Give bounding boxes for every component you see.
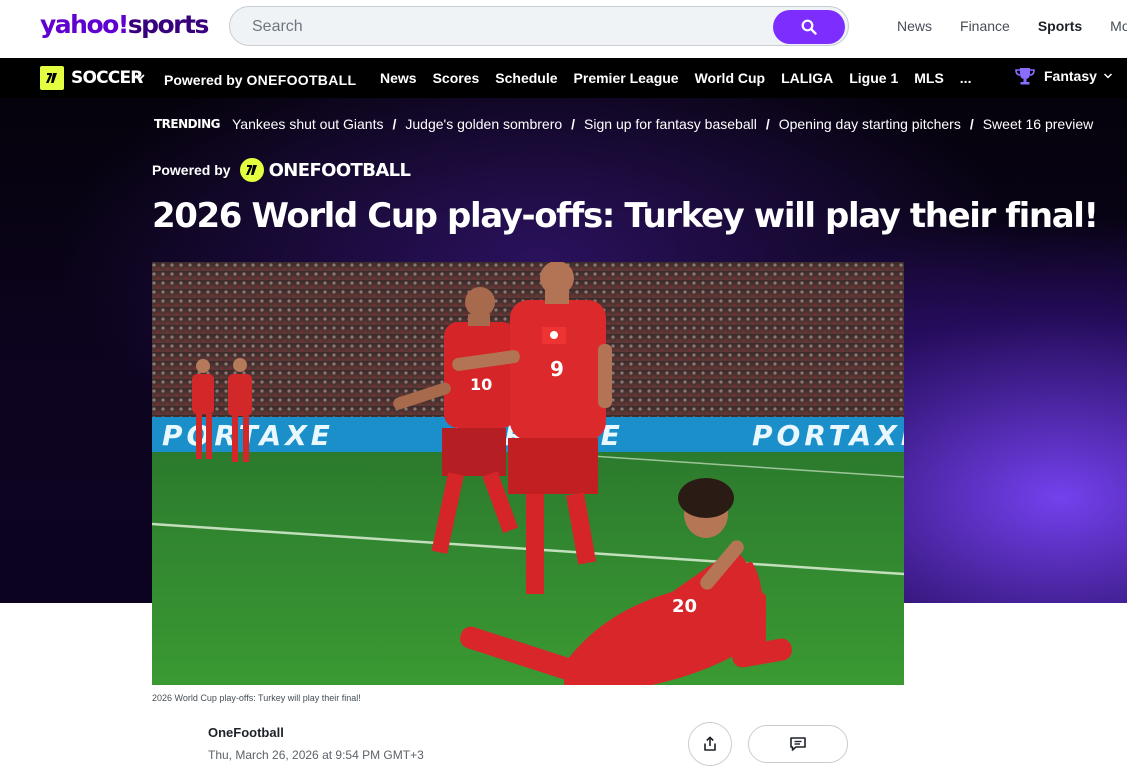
trending-bar: TRENDING Yankees shut out Giants / Judge…: [154, 116, 1093, 132]
trending-item[interactable]: Yankees shut out Giants: [232, 116, 384, 132]
powered-by-brand: ONEFOOTBALL: [268, 159, 411, 181]
yahoo-sports-logo[interactable]: yahoo!sports: [40, 9, 210, 41]
fantasy-label: Fantasy: [1044, 68, 1097, 84]
top-nav: News Finance Sports Mo: [897, 18, 1127, 34]
chevron-down-icon[interactable]: [134, 71, 146, 83]
trending-separator: /: [765, 116, 770, 132]
menu-premier-league[interactable]: Premier League: [574, 70, 679, 86]
article-image[interactable]: PORTAXE PORTAXE PORTAXE 10: [152, 262, 904, 685]
article-headline: 2026 World Cup play-offs: Turkey will pl…: [152, 196, 1099, 236]
article-powered-by: Powered by ONEFOOTBALL: [152, 158, 411, 182]
top-nav-news[interactable]: News: [897, 18, 932, 34]
share-button[interactable]: [688, 722, 732, 766]
logo-part-yahoo: yahoo!: [40, 10, 129, 39]
search-button[interactable]: [773, 10, 845, 44]
powered-by-prefix: Powered by: [164, 72, 243, 88]
article-date: Thu, March 26, 2026 at 9:54 PM GMT+3: [208, 748, 424, 762]
share-icon: [704, 736, 716, 751]
menu-ligue-1[interactable]: Ligue 1: [849, 70, 898, 86]
menu-mls[interactable]: MLS: [914, 70, 944, 86]
trending-item[interactable]: Sign up for fantasy baseball: [584, 116, 757, 132]
logo-part-sports: sports: [127, 10, 210, 39]
jersey-number: 20: [672, 596, 697, 617]
powered-by-label: Powered by ONEFOOTBALL: [164, 72, 356, 88]
trending-separator: /: [571, 116, 576, 132]
trending-separator: /: [969, 116, 974, 132]
jersey-number: 10: [470, 375, 492, 394]
trending-item[interactable]: Judge's golden sombrero: [405, 116, 562, 132]
top-nav-more[interactable]: Mo: [1110, 18, 1127, 34]
onefootball-logo-icon[interactable]: [40, 66, 64, 90]
menu-scores[interactable]: Scores: [433, 70, 480, 86]
article-author[interactable]: OneFootball: [208, 725, 284, 740]
search-icon: [801, 19, 817, 35]
soccer-menu: News Scores Schedule Premier League Worl…: [380, 70, 987, 86]
top-nav-finance[interactable]: Finance: [960, 18, 1010, 34]
trophy-icon: [1015, 68, 1035, 85]
menu-more[interactable]: ...: [960, 70, 972, 86]
trending-item[interactable]: Opening day starting pitchers: [779, 116, 961, 132]
comments-button[interactable]: [748, 725, 848, 763]
jersey-number: 9: [550, 357, 564, 381]
menu-news[interactable]: News: [380, 70, 417, 86]
trending-separator: /: [392, 116, 397, 132]
menu-schedule[interactable]: Schedule: [495, 70, 557, 86]
menu-laliga[interactable]: LALIGA: [781, 70, 833, 86]
search-bar: [229, 6, 849, 46]
soccer-subnav: SOCCER Powered by ONEFOOTBALL News Score…: [0, 58, 1127, 98]
top-header: yahoo!sports News Finance Sports Mo: [0, 0, 1127, 58]
powered-by-brand: ONEFOOTBALL: [246, 72, 357, 88]
top-nav-sports[interactable]: Sports: [1038, 18, 1082, 34]
onefootball-logo-icon: [239, 158, 264, 182]
search-input[interactable]: [252, 16, 772, 38]
comment-icon: [790, 737, 806, 751]
powered-by-prefix: Powered by: [152, 162, 231, 178]
trending-item[interactable]: Sweet 16 preview: [983, 116, 1094, 132]
trending-label: TRENDING: [154, 117, 220, 131]
image-caption: 2026 World Cup play-offs: Turkey will pl…: [152, 693, 361, 703]
menu-world-cup[interactable]: World Cup: [695, 70, 766, 86]
fantasy-menu[interactable]: Fantasy: [1014, 67, 1113, 85]
ad-board-text: PORTAXE: [752, 419, 904, 452]
chevron-down-icon: [1103, 73, 1112, 79]
section-title[interactable]: SOCCER: [71, 67, 143, 89]
